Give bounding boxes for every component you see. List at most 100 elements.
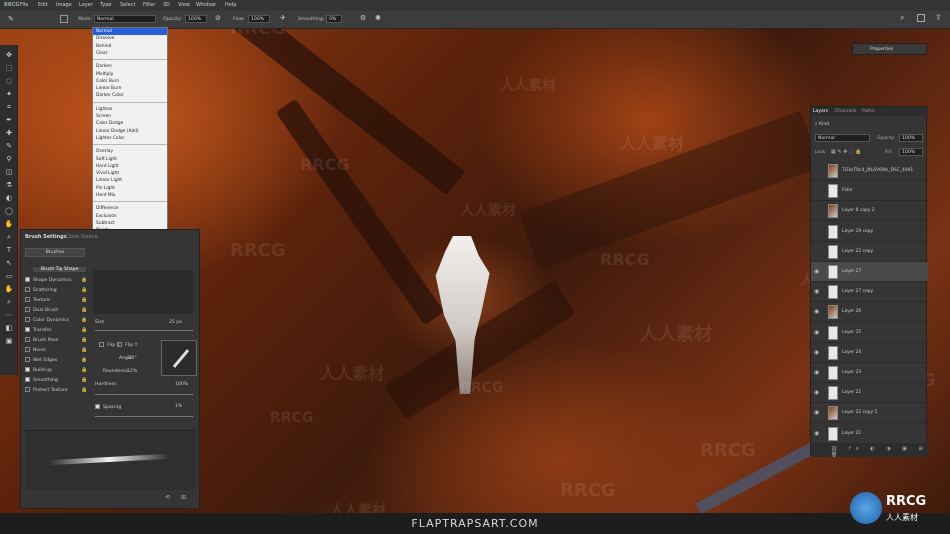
brush-tool-icon[interactable]: ✎: [4, 142, 14, 151]
brush-panel-toggle-icon[interactable]: [60, 15, 68, 23]
marquee-tool-icon[interactable]: ⬚: [4, 64, 14, 73]
blend-option-difference[interactable]: Difference: [96, 206, 119, 211]
brush-option-checkbox[interactable]: [25, 317, 30, 322]
visibility-eye-icon[interactable]: ◉: [814, 288, 819, 295]
brush-tip-grid[interactable]: [93, 270, 193, 314]
path-select-tool-icon[interactable]: ↖: [4, 259, 14, 268]
brush-option-checkbox[interactable]: [25, 277, 30, 282]
dodge-tool-icon[interactable]: ✋: [4, 220, 14, 229]
blend-option-linear-dodge-add-[interactable]: Linear Dodge (Add): [96, 129, 139, 134]
move-tool-icon[interactable]: ✥: [4, 51, 14, 60]
layers-footer-icons[interactable]: ⛓ fx ◐ ◑ ▣ ⊞ 🗑: [811, 443, 928, 458]
blend-option-darken[interactable]: Darken: [96, 64, 112, 69]
menu-type[interactable]: Type: [100, 2, 111, 8]
brush-option-wet-edges[interactable]: Wet Edges: [25, 357, 57, 363]
stamp-tool-icon[interactable]: ⚲: [4, 155, 14, 164]
mode-select[interactable]: Normal: [94, 15, 156, 23]
brush-option-checkbox[interactable]: [25, 387, 30, 392]
brush-option-checkbox[interactable]: [25, 287, 30, 292]
blend-option-behind[interactable]: Behind: [96, 44, 111, 49]
size-slider[interactable]: [95, 330, 193, 331]
brush-tool-icon[interactable]: ✎: [8, 15, 14, 23]
menu-window[interactable]: Window: [196, 2, 216, 8]
eyedropper-tool-icon[interactable]: ✒: [4, 116, 14, 125]
lock-icons[interactable]: ▦ ✎ ✥ ⬚ 🔒: [831, 149, 861, 155]
tab-paths[interactable]: Paths: [862, 109, 875, 114]
spacing-checkbox[interactable]: Spacing: [95, 404, 121, 410]
angle-preview[interactable]: [161, 340, 197, 376]
menu-file[interactable]: File: [20, 2, 28, 8]
visibility-eye-icon[interactable]: ◉: [814, 369, 819, 376]
layer-row[interactable]: ◉ Layer 24: [811, 343, 928, 363]
blend-option-subtract[interactable]: Subtract: [96, 221, 115, 226]
menu-help[interactable]: Help: [225, 2, 236, 8]
visibility-eye-icon[interactable]: ◉: [814, 409, 819, 416]
brushes-button[interactable]: Brushes: [25, 248, 85, 257]
visibility-eye-icon[interactable]: ◉: [814, 349, 819, 356]
symmetry-icon[interactable]: ✺: [375, 14, 381, 22]
share-icon[interactable]: ⇪: [935, 13, 942, 22]
menu-view[interactable]: View: [178, 2, 190, 8]
zoom-tool-icon[interactable]: ⌕: [4, 298, 14, 307]
blend-option-darker-color[interactable]: Darker Color: [96, 93, 124, 98]
gradient-tool-icon[interactable]: ◐: [4, 194, 14, 203]
layer-opacity-field[interactable]: 100%: [899, 134, 923, 142]
blend-option-lighten[interactable]: Lighten: [96, 107, 112, 112]
layer-row[interactable]: TLTasT8c4_jftL6V6Ws_DSC_4941: [811, 161, 928, 181]
blend-option-dissolve[interactable]: Dissolve: [96, 36, 114, 41]
brush-option-checkbox[interactable]: [25, 337, 30, 342]
blend-option-exclusion[interactable]: Exclusion: [96, 214, 117, 219]
size-value[interactable]: 25 px: [169, 320, 182, 325]
brush-option-brush-pose[interactable]: Brush Pose: [25, 337, 58, 343]
brush-option-texture[interactable]: Texture: [25, 297, 50, 303]
menu-image[interactable]: Image: [56, 2, 72, 8]
layer-row[interactable]: ◉ Layer 25: [811, 323, 928, 343]
lock-icon[interactable]: 🔒: [81, 357, 87, 363]
create-new-brush-icon[interactable]: ⊞: [181, 494, 186, 501]
blur-tool-icon[interactable]: ◯: [4, 207, 14, 216]
shape-tool-icon[interactable]: ▭: [4, 272, 14, 281]
layer-row[interactable]: ◉ Layer 22: [811, 383, 928, 404]
layer-row[interactable]: ◉ Layer 21: [811, 424, 928, 444]
layer-row[interactable]: ◉ Layer 27: [811, 262, 928, 282]
settings-gear-icon[interactable]: ⚙: [360, 14, 366, 22]
tab-channels[interactable]: Channels: [835, 109, 856, 114]
layer-row[interactable]: ◉ Layer 27 copy: [811, 282, 928, 303]
layer-row[interactable]: ◉ Layer 23: [811, 363, 928, 383]
pen-tool-icon[interactable]: ⌕: [4, 233, 14, 242]
lock-icon[interactable]: 🔒: [81, 307, 87, 313]
properties-tab[interactable]: Properties: [870, 47, 893, 52]
blend-option-multiply[interactable]: Multiply: [96, 72, 113, 77]
lock-icon[interactable]: 🔒: [81, 327, 87, 333]
visibility-eye-icon[interactable]: ◉: [814, 430, 819, 437]
visibility-eye-icon[interactable]: ◉: [814, 268, 819, 275]
blend-option-normal[interactable]: Normal: [96, 29, 112, 34]
lock-icon[interactable]: 🔒: [81, 317, 87, 323]
blend-option-clear[interactable]: Clear: [96, 51, 107, 56]
workspace-icon[interactable]: [917, 14, 925, 22]
fill-field[interactable]: 100%: [899, 148, 923, 156]
eraser-tool-icon[interactable]: ⚗: [4, 181, 14, 190]
blend-option-linear-light[interactable]: Linear Light: [96, 178, 122, 183]
search-icon[interactable]: ⌕: [900, 13, 904, 23]
hardness-slider[interactable]: [95, 394, 193, 395]
tab-brush-settings[interactable]: Brush Settings: [25, 234, 67, 240]
lock-icon[interactable]: 🔒: [81, 367, 87, 373]
lock-icon[interactable]: 🔒: [81, 277, 87, 283]
layer-row[interactable]: ◉ Layer 22 copy 5: [811, 403, 928, 424]
brush-option-checkbox[interactable]: [25, 327, 30, 332]
tab-layers[interactable]: Layers: [813, 109, 828, 114]
brush-option-checkbox[interactable]: [25, 357, 30, 362]
screen-mode-tool-icon[interactable]: ▣: [4, 337, 14, 346]
brush-option-brush-tip-shape[interactable]: Brush Tip Shape: [33, 267, 87, 272]
brush-option-scattering[interactable]: Scattering: [25, 287, 57, 293]
lock-icon[interactable]: 🔒: [81, 377, 87, 383]
angle-field[interactable]: -35°: [127, 356, 137, 361]
menu-layer[interactable]: Layer: [79, 2, 93, 8]
menu-3d[interactable]: 3D: [163, 2, 170, 8]
brush-option-build-up[interactable]: Build-up: [25, 367, 52, 373]
brush-option-noise[interactable]: Noise: [25, 347, 46, 353]
hardness-value[interactable]: 100%: [175, 382, 188, 387]
airbrush-icon[interactable]: ✈: [280, 14, 286, 22]
brush-option-protect-texture[interactable]: Protect Texture: [25, 387, 68, 393]
